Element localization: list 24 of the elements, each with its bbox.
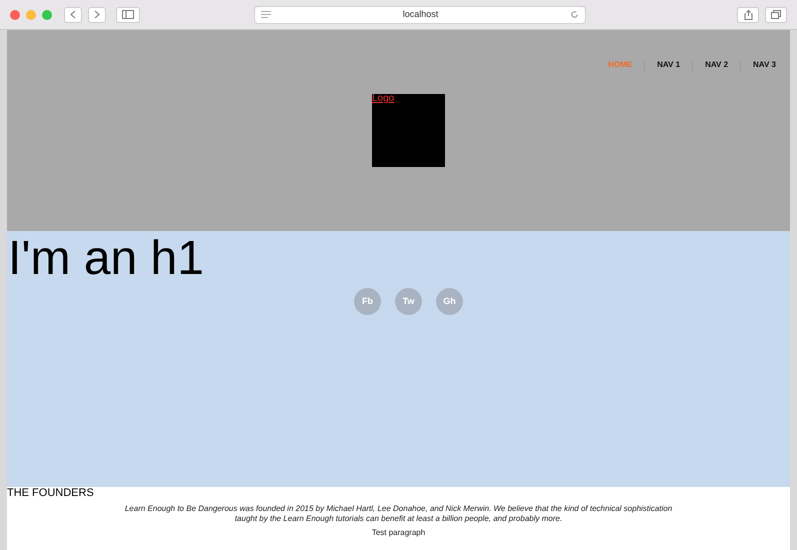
logo-link[interactable]: Logo: [372, 94, 445, 104]
reader-icon: [261, 11, 271, 18]
close-window-icon[interactable]: [10, 10, 20, 20]
tabs-icon: [771, 10, 781, 19]
test-paragraph: Test paragraph: [370, 528, 426, 538]
nav-link[interactable]: NAV 2: [705, 59, 728, 71]
address-bar[interactable]: localhost: [254, 6, 586, 24]
nav-link[interactable]: NAV 1: [657, 59, 680, 71]
tabs-button[interactable]: [765, 6, 787, 22]
reload-icon[interactable]: [570, 10, 579, 19]
chevron-left-icon: [70, 10, 76, 19]
address-text: localhost: [402, 8, 440, 21]
share-button[interactable]: [737, 6, 759, 22]
back-button[interactable]: [64, 6, 82, 22]
founders-text: Learn Enough to Be Dangerous was founded in 2015 by Michael Hartl, Lee Donahoe, and Nick Merwin. We believe that the kind of technical sophistication taught by the Learn Enough tutorials can benefit at least a billion people, and probably more.: [124, 504, 674, 524]
nav-link[interactable]: NAV 3: [753, 59, 776, 71]
chevron-right-icon: [94, 10, 100, 19]
hero-heading: I'm an h1: [8, 235, 205, 283]
logo-block[interactable]: Logo: [372, 94, 445, 167]
forward-button[interactable]: [88, 6, 106, 22]
sidebar-icon: [122, 10, 134, 19]
section-title: THE FOUNDERS: [7, 488, 95, 499]
share-icon: [744, 10, 752, 20]
sidebar-button[interactable]: [116, 6, 140, 22]
